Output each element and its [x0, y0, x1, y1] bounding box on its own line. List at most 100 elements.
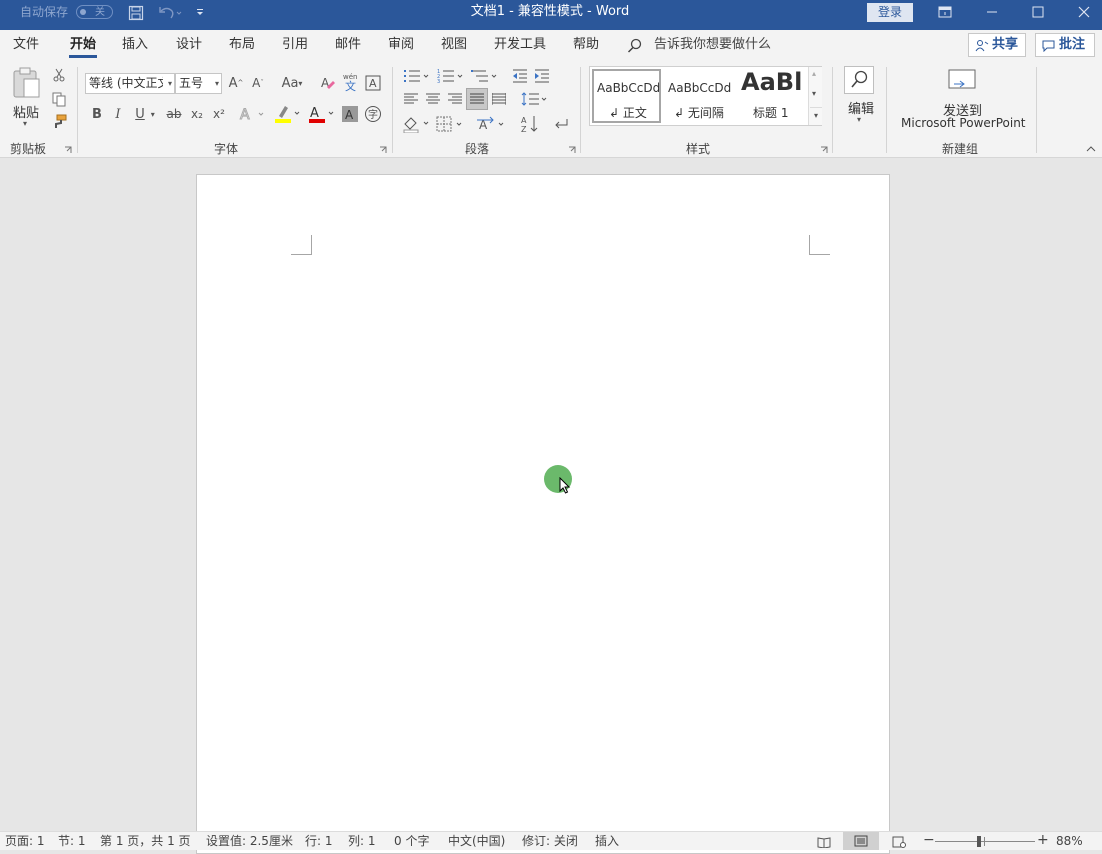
decrease-indent-icon[interactable] — [510, 65, 530, 87]
tab-mailings[interactable]: 邮件 — [335, 30, 361, 61]
style-normal[interactable]: AaBbCcDd ↲ 正文 — [592, 69, 661, 123]
zoom-level[interactable]: 88% — [1056, 832, 1083, 851]
ribbon-home: 粘贴 ▾ 剪贴板 等线 (中文正文) ▾ 五号 ▾ A^ Aˇ Aa▾ A wé… — [0, 61, 1102, 158]
superscript-button[interactable]: x² — [210, 104, 228, 124]
status-word-count[interactable]: 0 个字 — [394, 832, 429, 851]
style-heading-1[interactable]: AaBl 标题 1 — [738, 69, 808, 123]
character-shading-icon[interactable]: A — [341, 104, 359, 124]
ribbon-display-options-icon[interactable] — [932, 2, 958, 22]
paragraph-mark-icon[interactable] — [550, 113, 572, 135]
styles-launcher-icon[interactable] — [819, 145, 829, 155]
status-page[interactable]: 页面: 1 — [5, 832, 45, 851]
zoom-in-icon[interactable]: + — [1037, 832, 1049, 851]
style-no-spacing[interactable]: AaBbCcDd ↲ 无间隔 — [665, 69, 735, 123]
save-icon[interactable] — [126, 3, 146, 23]
align-center-icon[interactable] — [423, 89, 443, 109]
status-row[interactable]: 行: 1 — [305, 832, 333, 851]
italic-button[interactable]: I — [110, 104, 126, 124]
character-border-icon[interactable]: A — [364, 73, 382, 93]
undo-icon[interactable] — [156, 3, 184, 23]
status-track-changes[interactable]: 修订: 关闭 — [522, 832, 578, 851]
zoom-out-icon[interactable]: − — [923, 832, 935, 851]
find-icon — [844, 66, 874, 94]
shading-icon[interactable] — [401, 113, 433, 135]
sort-icon[interactable]: AZ — [518, 113, 542, 135]
tell-me-input[interactable]: 告诉我你想要做什么 — [654, 30, 771, 61]
close-icon[interactable] — [1072, 2, 1096, 22]
styles-scroll-up-icon[interactable]: ▴ — [812, 69, 816, 78]
tab-file[interactable]: 文件 — [13, 30, 39, 61]
status-insert-mode[interactable]: 插入 — [595, 832, 619, 851]
grow-font-icon[interactable]: A ^ — [227, 73, 245, 93]
distributed-icon[interactable] — [489, 89, 509, 109]
numbering-icon[interactable]: 123 — [435, 65, 467, 87]
multilevel-list-icon[interactable] — [469, 65, 501, 87]
bold-button[interactable]: B — [88, 104, 106, 124]
styles-more-icon[interactable]: ▾ — [810, 107, 822, 123]
maximize-icon[interactable] — [1026, 2, 1050, 22]
clear-formatting-icon[interactable]: A — [318, 73, 338, 93]
align-left-icon[interactable] — [401, 89, 421, 109]
web-layout-icon[interactable] — [888, 833, 910, 850]
tab-home[interactable]: 开始 — [68, 30, 98, 61]
font-color-icon[interactable]: A — [306, 103, 338, 125]
line-spacing-icon[interactable] — [520, 89, 550, 109]
status-section[interactable]: 节: 1 — [58, 832, 86, 851]
tab-design[interactable]: 设计 — [176, 30, 202, 61]
text-direction-icon[interactable]: A — [476, 113, 508, 135]
tab-layout[interactable]: 布局 — [229, 30, 255, 61]
styles-scroll-down-icon[interactable]: ▾ — [812, 89, 816, 98]
editing-button[interactable]: 编辑 ▾ — [840, 64, 880, 130]
search-icon[interactable] — [626, 37, 644, 55]
read-mode-icon[interactable] — [813, 833, 835, 850]
highlight-color-icon[interactable] — [272, 103, 304, 125]
tab-help[interactable]: 帮助 — [573, 30, 599, 61]
zoom-slider[interactable] — [935, 836, 1035, 847]
paragraph-group-label: 段落 — [465, 142, 490, 156]
text-effects-icon[interactable]: A — [238, 104, 268, 124]
send-to-powerpoint-button[interactable]: 发送到 Microsoft PowerPoint — [896, 66, 1030, 132]
customize-toolbar-icon[interactable] — [193, 4, 207, 20]
format-painter-icon[interactable] — [49, 113, 69, 131]
tab-view[interactable]: 视图 — [441, 30, 467, 61]
borders-icon[interactable] — [435, 113, 467, 135]
phonetic-guide-icon[interactable]: wén 文 — [341, 71, 361, 93]
status-page-count[interactable]: 第 1 页，共 1 页 — [100, 832, 191, 851]
login-button[interactable]: 登录 — [867, 3, 913, 22]
justify-icon[interactable] — [466, 88, 488, 110]
bullets-icon[interactable] — [401, 65, 433, 87]
tab-insert[interactable]: 插入 — [122, 30, 148, 61]
document-page[interactable] — [196, 174, 890, 854]
group-separator — [1036, 67, 1037, 153]
zoom-slider-thumb[interactable] — [977, 836, 981, 847]
tab-references[interactable]: 引用 — [282, 30, 308, 61]
minimize-icon[interactable] — [980, 2, 1004, 22]
collapse-ribbon-icon[interactable] — [1084, 143, 1098, 155]
underline-button[interactable]: U ▾ — [130, 104, 160, 124]
strikethrough-button[interactable]: ab — [164, 104, 184, 124]
change-case-button[interactable]: Aa ▾ — [277, 73, 307, 93]
tab-developer[interactable]: 开发工具 — [494, 30, 546, 61]
tab-review[interactable]: 审阅 — [388, 30, 414, 61]
style-heading-1-label: 标题 1 — [753, 106, 789, 120]
paste-button[interactable]: 粘贴 ▾ — [6, 65, 46, 131]
cut-icon[interactable] — [49, 66, 69, 84]
status-language[interactable]: 中文(中国) — [448, 832, 505, 851]
enclose-characters-icon[interactable]: 字 — [363, 104, 383, 124]
clipboard-launcher-icon[interactable] — [63, 145, 73, 155]
font-launcher-icon[interactable] — [378, 145, 388, 155]
copy-icon[interactable] — [49, 90, 69, 108]
font-name-combo[interactable]: 等线 (中文正文) ▾ — [85, 73, 175, 94]
font-size-combo[interactable]: 五号 ▾ — [175, 73, 222, 94]
autosave-toggle[interactable]: 关 — [76, 5, 113, 19]
shrink-font-icon[interactable]: Aˇ — [249, 73, 267, 93]
subscript-button[interactable]: x₂ — [188, 104, 206, 124]
status-setting[interactable]: 设置值: 2.5厘米 — [206, 832, 293, 851]
comments-button[interactable]: 批注 — [1035, 33, 1095, 57]
status-column[interactable]: 列: 1 — [348, 832, 376, 851]
share-button[interactable]: 共享 — [968, 33, 1026, 57]
print-layout-icon[interactable] — [843, 832, 879, 850]
increase-indent-icon[interactable] — [532, 65, 552, 87]
align-right-icon[interactable] — [445, 89, 465, 109]
paragraph-launcher-icon[interactable] — [567, 145, 577, 155]
